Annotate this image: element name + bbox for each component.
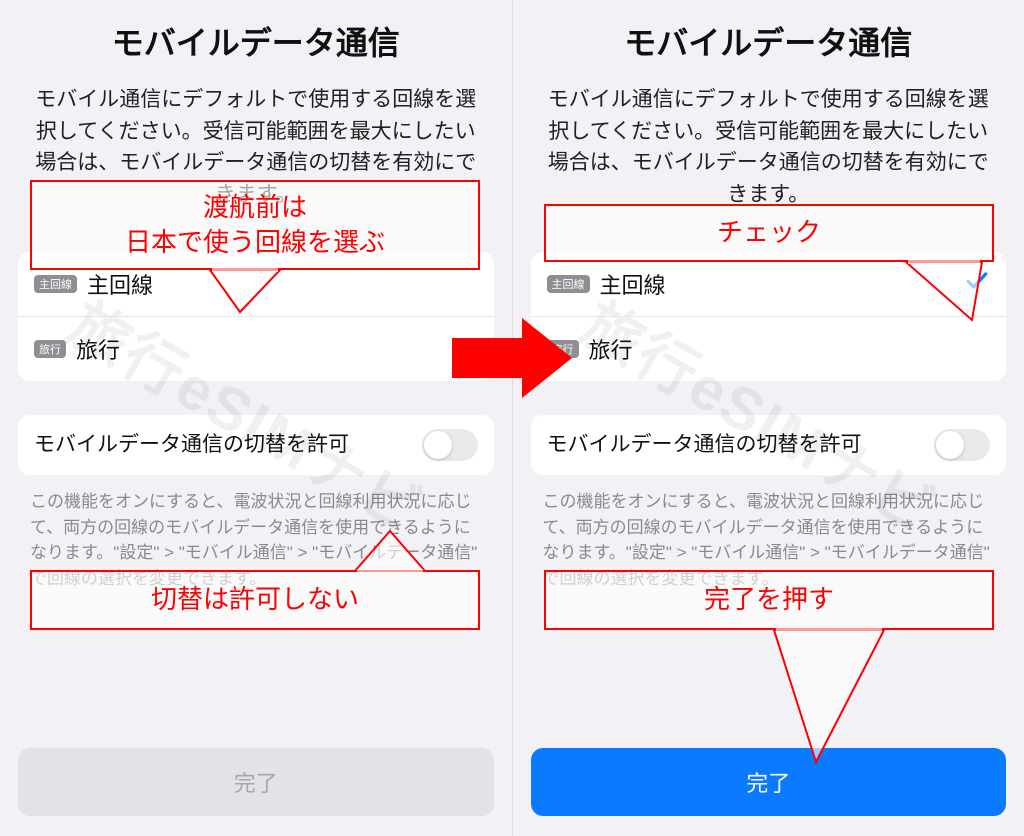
toggle-row-switching: モバイルデータ通信の切替を許可 [531,415,1007,475]
screen-before: 旅行eSIMナビ モバイルデータ通信 モバイル通信にデフォルトで使用する回線を選… [0,0,513,836]
toggle-switching-off[interactable] [934,429,990,461]
page-title: モバイルデータ通信 [0,18,512,64]
toggle-hint: この機能をオンにすると、電波状況と回線利用状況に応じて、両方の回線のモバイルデー… [0,481,512,601]
screen-after: 旅行eSIMナビ モバイルデータ通信 モバイル通信にデフォルトで使用する回線を選… [513,0,1024,836]
line-item-travel[interactable]: 旅行 旅行 [18,317,494,381]
line-label-travel: 旅行 [76,333,120,365]
line-list: 主回線 主回線 旅行 旅行 [18,252,494,381]
line-badge-travel: 旅行 [34,340,66,358]
line-list: 主回線 主回線 旅行 旅行 [531,252,1007,381]
done-button[interactable]: 完了 [531,748,1007,816]
toggle-label: モバイルデータ通信の切替を許可 [34,431,422,459]
toggle-hint: この機能をオンにすると、電波状況と回線利用状況に応じて、両方の回線のモバイルデー… [513,481,1024,601]
line-item-primary-selected[interactable]: 主回線 主回線 [531,252,1007,317]
line-item-travel[interactable]: 旅行 旅行 [531,317,1007,381]
page-title: モバイルデータ通信 [513,18,1024,64]
line-label-travel: 旅行 [589,333,633,365]
line-badge-primary: 主回線 [34,275,77,293]
line-badge-primary: 主回線 [547,275,590,293]
page-description: モバイル通信にデフォルトで使用する回線を選択してください。受信可能範囲を最大にし… [0,84,512,210]
checkmark-icon [964,268,990,301]
page-description: モバイル通信にデフォルトで使用する回線を選択してください。受信可能範囲を最大にし… [513,84,1024,210]
toggle-label: モバイルデータ通信の切替を許可 [547,431,935,459]
done-button-disabled: 完了 [18,748,494,816]
toggle-row-switching: モバイルデータ通信の切替を許可 [18,415,494,475]
line-label-primary: 主回線 [87,268,153,300]
line-badge-travel: 旅行 [547,340,579,358]
toggle-switching-off[interactable] [422,429,478,461]
line-item-primary[interactable]: 主回線 主回線 [18,252,494,317]
line-label-primary: 主回線 [600,268,666,300]
